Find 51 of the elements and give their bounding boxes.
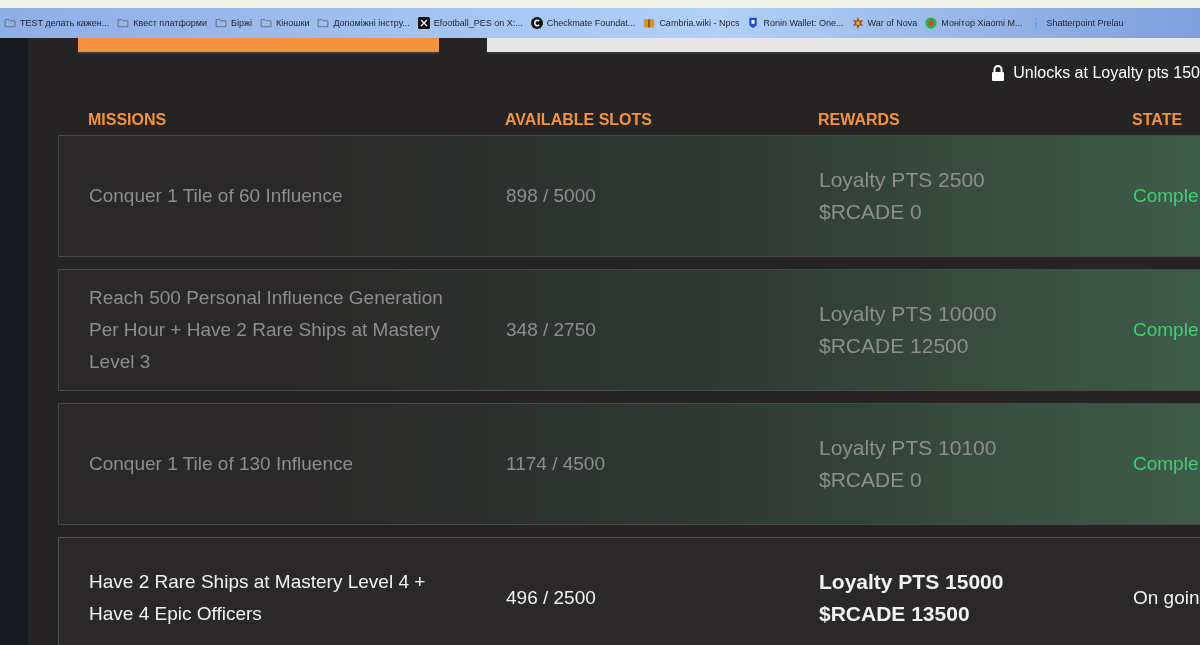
bookmark[interactable]: Монітор Xiaomi M... bbox=[923, 16, 1025, 30]
bookmark[interactable]: Shatterpoint Prelau bbox=[1028, 16, 1126, 30]
state-text: Comple bbox=[1133, 319, 1199, 340]
column-header: STATE bbox=[1132, 111, 1183, 129]
mission-text: Have 2 Rare Ships at Mastery Level 4 + Have 4 Epic Officers bbox=[89, 570, 427, 626]
chest-icon bbox=[643, 17, 656, 29]
reward-text: $RCADE 13500 bbox=[819, 601, 971, 627]
folder-icon bbox=[215, 17, 228, 29]
column-header: REWARDS bbox=[818, 111, 901, 129]
unlock-note: Unlocks at Loyalty pts 150 bbox=[1013, 64, 1200, 82]
bookmark[interactable]: TEST делать кажен... bbox=[2, 16, 112, 30]
mission-text: Conquer 1 Tile of 60 Influence bbox=[89, 184, 344, 208]
star-icon bbox=[851, 17, 864, 29]
bookmark[interactable]: Біржі bbox=[213, 16, 254, 30]
slots-count: 1174 / 4500 bbox=[506, 453, 605, 474]
state-text: On goin bbox=[1133, 587, 1200, 608]
bookmark[interactable]: Квест платформи bbox=[115, 16, 210, 30]
reward-text: Loyalty PTS 2500 bbox=[819, 167, 986, 193]
mission-text: Conquer 1 Tile of 130 Influence bbox=[89, 452, 355, 476]
state-text: Comple bbox=[1133, 185, 1199, 206]
bookmark[interactable]: Допоміжні інстру... bbox=[315, 16, 412, 30]
lock-icon bbox=[991, 65, 1006, 81]
slots-count: 496 / 2500 bbox=[506, 587, 596, 608]
folder-icon bbox=[317, 17, 330, 29]
shield-icon bbox=[747, 17, 760, 29]
reward-text: $RCADE 0 bbox=[819, 467, 923, 493]
reward-text: Loyalty PTS 10100 bbox=[819, 435, 998, 461]
dot-icon bbox=[925, 17, 938, 29]
mission-text: Reach 500 Personal Influence Generation Per Hour + Have 2 Rare Ships at Mastery Level 3 bbox=[89, 286, 444, 374]
slots-count: 348 / 2750 bbox=[506, 319, 596, 340]
folder-icon bbox=[260, 17, 272, 29]
bookmark[interactable]: Ronin Wallet: One... bbox=[745, 16, 846, 30]
column-header: AVAILABLE SLOTS bbox=[505, 111, 653, 129]
column-header: MISSIONS bbox=[88, 111, 168, 129]
x-icon bbox=[417, 17, 430, 29]
tab[interactable] bbox=[78, 38, 439, 54]
bookmark[interactable]: Checkmate Foundat... bbox=[528, 16, 638, 30]
reward-text: Loyalty PTS 15000 bbox=[819, 569, 1005, 595]
bookmark[interactable]: War of Nova bbox=[849, 16, 920, 30]
reward-text: $RCADE 12500 bbox=[819, 333, 970, 359]
reward-text: Loyalty PTS 10000 bbox=[819, 301, 998, 327]
bookmark[interactable]: Cambria.wiki - Npcs bbox=[641, 16, 742, 30]
tab[interactable] bbox=[486, 38, 1200, 54]
folder-icon bbox=[4, 17, 16, 29]
slots-count: 898 / 5000 bbox=[506, 185, 596, 206]
reward-text: $RCADE 0 bbox=[819, 199, 923, 225]
bookmark[interactable]: Efootball_PES on X:... bbox=[415, 16, 525, 30]
bookmark[interactable]: Кіношки bbox=[258, 16, 312, 30]
state-text: Comple bbox=[1133, 453, 1199, 474]
circle-logo-icon bbox=[530, 17, 543, 29]
folder-icon bbox=[117, 17, 130, 29]
